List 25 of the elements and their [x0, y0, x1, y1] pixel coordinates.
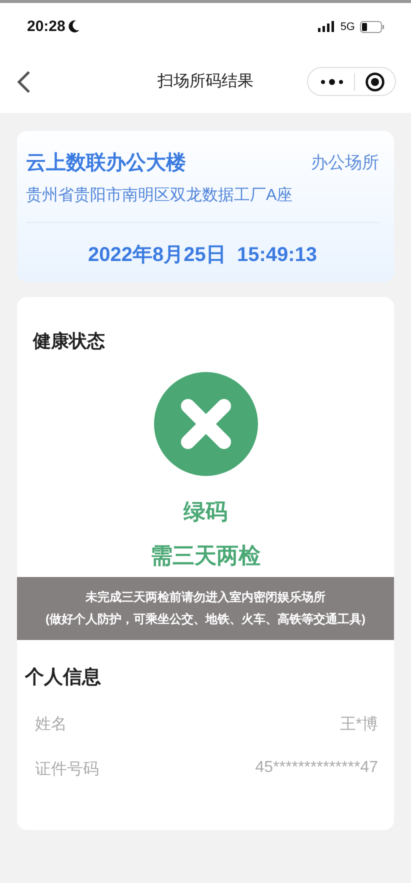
- page-title: 扫场所码结果: [158, 72, 254, 92]
- battery-icon: [360, 20, 385, 32]
- field-label: 姓名: [35, 715, 67, 735]
- status-time: 20:28: [27, 18, 66, 35]
- more-icon[interactable]: [320, 78, 344, 86]
- network-label: 5G: [340, 20, 355, 32]
- cross-icon: [154, 372, 258, 476]
- section-title: 健康状态: [33, 330, 105, 353]
- venue-type: 办公场所: [311, 152, 379, 174]
- field-value: 45**************47: [255, 759, 378, 778]
- close-icon[interactable]: [365, 72, 385, 92]
- test-requirement: 需三天两检: [150, 542, 260, 570]
- scan-datetime: 2022年8月25日 15:49:13: [86, 243, 318, 268]
- back-icon[interactable]: [17, 70, 31, 94]
- venue-address: 贵州省贵阳市南明区双龙数据工厂A座: [26, 185, 379, 223]
- moon-icon: [68, 20, 80, 33]
- notice-text: (做好个人防护，可乘坐公交、地铁、火车、高铁等交通工具): [46, 611, 366, 628]
- notice-text: 未完成三天两检前请勿进入室内密闭娱乐场所: [86, 589, 326, 606]
- venue-name: 云上数联办公大楼: [26, 151, 186, 176]
- field-value: 王*博: [340, 714, 378, 735]
- health-code-label: 绿码: [184, 498, 228, 526]
- signal-icon: [318, 21, 336, 32]
- capsule-menu[interactable]: [307, 67, 396, 96]
- section-title: 个人信息: [25, 666, 101, 690]
- field-label: 证件号码: [35, 760, 99, 780]
